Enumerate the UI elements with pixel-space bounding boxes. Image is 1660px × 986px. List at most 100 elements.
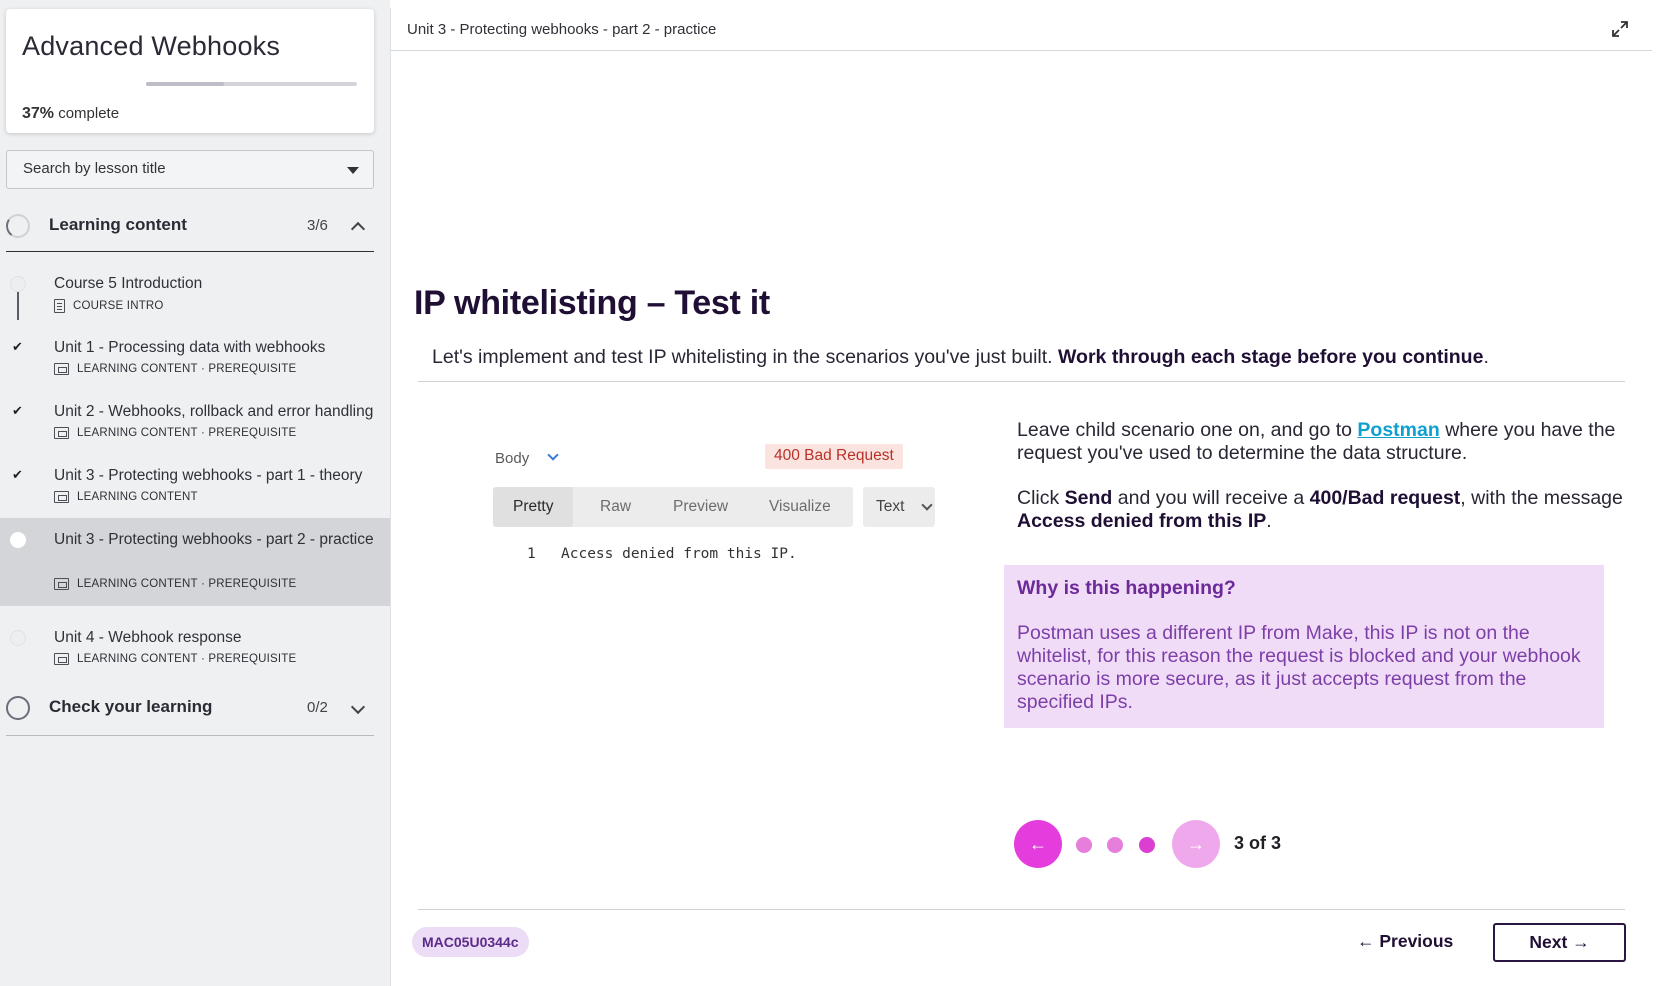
check-icon: ✔ [12, 403, 23, 418]
next-button[interactable]: Next → [1493, 923, 1626, 962]
slides-icon [54, 363, 69, 375]
intro-text: Let's implement and test IP whitelisting… [432, 346, 1058, 368]
chevron-up-icon[interactable] [350, 221, 366, 237]
divider [418, 381, 1625, 382]
carousel-dot[interactable] [1107, 837, 1123, 853]
progress-ring-icon [6, 696, 30, 720]
emphasis: Send [1064, 487, 1113, 509]
previous-button[interactable]: ← Previous [1357, 931, 1453, 952]
lesson-title: Unit 2 - Webhooks, rollback and error ha… [54, 403, 374, 420]
lesson-item-unit-2[interactable]: ✔ Unit 2 - Webhooks, rollback and error … [0, 390, 390, 454]
lesson-meta: LEARNING CONTENT · PREREQUISITE [54, 363, 296, 375]
lesson-meta: LEARNING CONTENT · PREREQUISITE [54, 653, 296, 665]
text: and you will receive a [1112, 487, 1310, 509]
progress-bar [146, 82, 357, 86]
carousel-next-button[interactable]: → [1172, 820, 1220, 868]
callout-title: Why is this happening? [1017, 577, 1236, 599]
progress-text: 37% complete [22, 105, 119, 123]
check-icon: ✔ [12, 467, 23, 482]
slides-icon [54, 427, 69, 439]
emphasis: 400/Bad request [1309, 487, 1461, 509]
lesson-title: Unit 3 - Protecting webhooks - part 2 - … [54, 531, 374, 548]
lesson-item-unit-3-part-1[interactable]: ✔ Unit 3 - Protecting webhooks - part 1 … [0, 454, 390, 518]
emphasis: Access denied from this IP [1017, 510, 1267, 532]
carousel-dot-current[interactable] [1139, 837, 1155, 853]
progress-suffix: complete [58, 105, 120, 122]
status-dot-icon [10, 276, 26, 292]
callout-body: Postman uses a different IP from Make, t… [1017, 622, 1581, 713]
instructions-text: Leave child scenario one on, and go to P… [1017, 419, 1629, 555]
lesson-header-title: Unit 3 - Protecting webhooks - part 2 - … [407, 21, 717, 38]
divider [418, 909, 1625, 910]
slide-intro: Let's implement and test IP whitelisting… [432, 346, 1489, 369]
postman-response-line: 1 Access denied from this IP. [527, 546, 797, 562]
intro-emphasis: Work through each stage before you conti… [1058, 346, 1484, 368]
instruction-paragraph: Click Send and you will receive a 400/Ba… [1017, 487, 1629, 533]
postman-status-badge: 400 Bad Request [765, 444, 903, 469]
lesson-title: Unit 3 - Protecting webhooks - part 1 - … [54, 467, 363, 484]
caret-down-icon[interactable] [347, 167, 359, 174]
intro-end: . [1483, 346, 1489, 368]
slide-title: IP whitelisting – Test it [414, 284, 770, 322]
lesson-header: Unit 3 - Protecting webhooks - part 2 - … [391, 8, 1652, 51]
section-count: 3/6 [307, 217, 328, 234]
section-title: Check your learning [49, 697, 213, 716]
section-check-your-learning[interactable]: Check your learning 0/2 [6, 682, 374, 736]
text: Click [1017, 487, 1065, 509]
postman-view-tabs: Pretty Raw Preview Visualize [493, 487, 853, 527]
text: , with the message [1460, 487, 1623, 509]
lesson-item-unit-1[interactable]: ✔ Unit 1 - Processing data with webhooks… [0, 326, 390, 390]
postman-link[interactable]: Postman [1357, 419, 1439, 441]
postman-response-screenshot: Body 400 Bad Request Pretty Raw Preview … [491, 433, 941, 563]
section-count: 0/2 [307, 699, 328, 716]
postman-format-label: Text [876, 498, 905, 515]
lesson-item-course-intro[interactable]: Course 5 Introduction COURSE INTRO [0, 262, 390, 326]
line-number: 1 [527, 546, 536, 562]
lesson-meta: COURSE INTRO [54, 299, 164, 313]
lesson-title: Unit 4 - Webhook response [54, 629, 242, 646]
lesson-meta: LEARNING CONTENT · PREREQUISITE [54, 427, 296, 439]
lesson-meta-text: LEARNING CONTENT · PREREQUISITE [77, 578, 297, 590]
lesson-meta-text: LEARNING CONTENT · PREREQUISITE [77, 653, 297, 665]
progress-percent: 37% [22, 105, 55, 122]
lesson-main-panel: Unit 3 - Protecting webhooks - part 2 - … [390, 8, 1652, 986]
instruction-paragraph: Leave child scenario one on, and go to P… [1017, 419, 1629, 465]
progress-bar-fill [146, 82, 225, 86]
lesson-item-unit-3-part-2[interactable]: Unit 3 - Protecting webhooks - part 2 - … [0, 518, 390, 606]
postman-tab-pretty: Pretty [493, 487, 574, 527]
progress-ring-icon [4, 212, 32, 240]
course-card: Advanced Webhooks 37% complete [6, 9, 374, 133]
expand-fullscreen-icon[interactable] [1610, 19, 1630, 39]
chevron-down-icon[interactable] [350, 699, 366, 715]
carousel-prev-button[interactable]: ← [1014, 820, 1062, 868]
lesson-code-badge: MAC05U0344c [412, 927, 529, 957]
carousel-count: 3 of 3 [1234, 833, 1282, 853]
section-learning-content[interactable]: Learning content 3/6 [4, 200, 374, 252]
check-icon: ✔ [12, 339, 23, 354]
lesson-item-unit-4[interactable]: Unit 4 - Webhook response LEARNING CONTE… [0, 616, 390, 680]
postman-format-select: Text [863, 487, 935, 527]
document-icon [54, 299, 65, 313]
lesson-title: Unit 1 - Processing data with webhooks [54, 339, 326, 356]
status-dot-icon [10, 630, 26, 646]
section-title: Learning content [49, 215, 187, 234]
course-sidebar: Advanced Webhooks 37% complete Learning … [0, 0, 390, 986]
lesson-meta-text: LEARNING CONTENT · PREREQUISITE [77, 427, 297, 439]
course-title: Advanced Webhooks [22, 31, 281, 61]
lesson-meta-text: LEARNING CONTENT [77, 491, 198, 503]
slides-icon [54, 578, 69, 590]
chevron-down-icon [547, 449, 559, 461]
slides-icon [54, 491, 69, 503]
postman-body-label: Body [495, 450, 530, 467]
lesson-meta: LEARNING CONTENT · PREREQUISITE [54, 578, 296, 590]
slides-icon [54, 653, 69, 665]
postman-tab-visualize: Visualize [769, 498, 831, 515]
postman-tab-preview: Preview [673, 498, 729, 515]
why-callout: Why is this happening? Postman uses a di… [1004, 565, 1604, 728]
lesson-meta: LEARNING CONTENT [54, 491, 198, 503]
lesson-title: Course 5 Introduction [54, 275, 203, 292]
lesson-search-input[interactable] [23, 160, 323, 177]
text: . [1266, 510, 1272, 532]
carousel-dot[interactable] [1076, 837, 1092, 853]
lesson-search-dropdown[interactable] [6, 150, 374, 189]
